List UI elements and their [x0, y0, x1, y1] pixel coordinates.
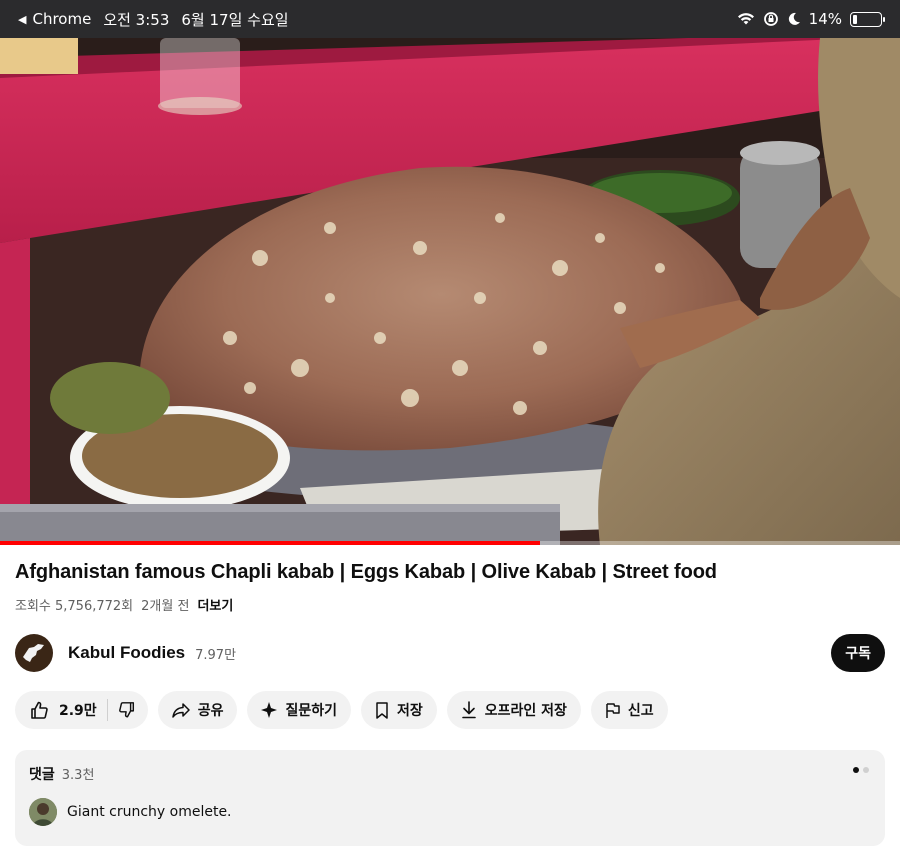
report-label: 신고 [627, 703, 654, 719]
share-label: 공유 [197, 703, 224, 719]
comment-preview[interactable]: Giant crunchy omelete. [29, 798, 232, 826]
video-frame-image [0, 38, 900, 545]
action-bar: 2.9만 공유 질문하기 저장 오프라인 저장 신고 [15, 691, 668, 729]
channel-avatar[interactable] [15, 634, 53, 672]
like-dislike-pill: 2.9만 [15, 691, 148, 729]
upload-age: 2개월 전 [141, 599, 190, 614]
dislike-button[interactable] [108, 701, 136, 719]
like-count: 2.9만 [59, 703, 97, 719]
battery-icon [850, 11, 885, 27]
pager-dot [863, 767, 869, 773]
channel-name[interactable]: Kabul Foodies [68, 643, 185, 663]
bookmark-icon [376, 701, 388, 719]
status-date: 6월 17일 수요일 [181, 10, 289, 29]
commenter-photo-icon [29, 798, 57, 826]
ask-label: 질문하기 [285, 703, 337, 719]
comments-header: 댓글 3.3천 [29, 764, 94, 784]
offline-save-button[interactable]: 오프라인 저장 [446, 691, 581, 729]
comments-count: 3.3천 [61, 768, 95, 783]
sparkle-icon [261, 702, 278, 718]
moon-icon [788, 12, 800, 25]
ask-button[interactable]: 질문하기 [247, 691, 351, 729]
back-to-app-button[interactable]: ◀ Chrome [18, 10, 91, 28]
more-link[interactable]: 더보기 [197, 595, 233, 614]
share-button[interactable]: 공유 [157, 691, 238, 729]
battery-percent: 14% [808, 10, 842, 28]
video-details-sheet: Afghanistan famous Chapli kabab | Eggs K… [0, 545, 900, 855]
channel-row: Kabul Foodies 7.97만 구독 [15, 633, 885, 673]
subscriber-count: 7.97만 [195, 647, 237, 663]
thumbs-down-icon [118, 702, 134, 718]
share-icon [171, 703, 190, 718]
battery-level [853, 14, 857, 24]
back-triangle-icon: ◀ [18, 12, 27, 26]
commenter-avatar [29, 798, 57, 826]
save-button[interactable]: 저장 [360, 691, 437, 729]
video-title[interactable]: Afghanistan famous Chapli kabab | Eggs K… [15, 561, 717, 584]
comments-label: 댓글 [29, 767, 55, 783]
pager-dot [853, 767, 859, 773]
thumbs-up-icon [31, 701, 48, 719]
status-time: 오전 3:53 [103, 10, 170, 29]
download-icon [461, 701, 476, 719]
comments-panel[interactable]: 댓글 3.3천 Giant crunchy omelete. [15, 750, 885, 846]
offline-save-label: 오프라인 저장 [484, 703, 567, 719]
status-bar: ◀ Chrome 오전 3:53 6월 17일 수요일 14% [0, 0, 900, 38]
view-count: 조회수 5,756,772회 [15, 599, 134, 614]
save-label: 저장 [396, 703, 423, 719]
like-button[interactable]: 2.9만 [29, 700, 107, 720]
flag-icon [606, 702, 620, 718]
subscribe-button[interactable]: 구독 [831, 634, 885, 672]
comment-text: Giant crunchy omelete. [67, 804, 232, 820]
back-app-label: Chrome [32, 10, 92, 28]
report-button[interactable]: 신고 [590, 691, 668, 729]
video-player[interactable] [0, 38, 900, 545]
comments-pager [853, 767, 869, 773]
wifi-icon [737, 13, 754, 25]
orientation-lock-icon [763, 12, 778, 26]
video-meta[interactable]: 조회수 5,756,772회 2개월 전 더보기 [15, 595, 233, 614]
afghanistan-map-icon [23, 644, 44, 662]
